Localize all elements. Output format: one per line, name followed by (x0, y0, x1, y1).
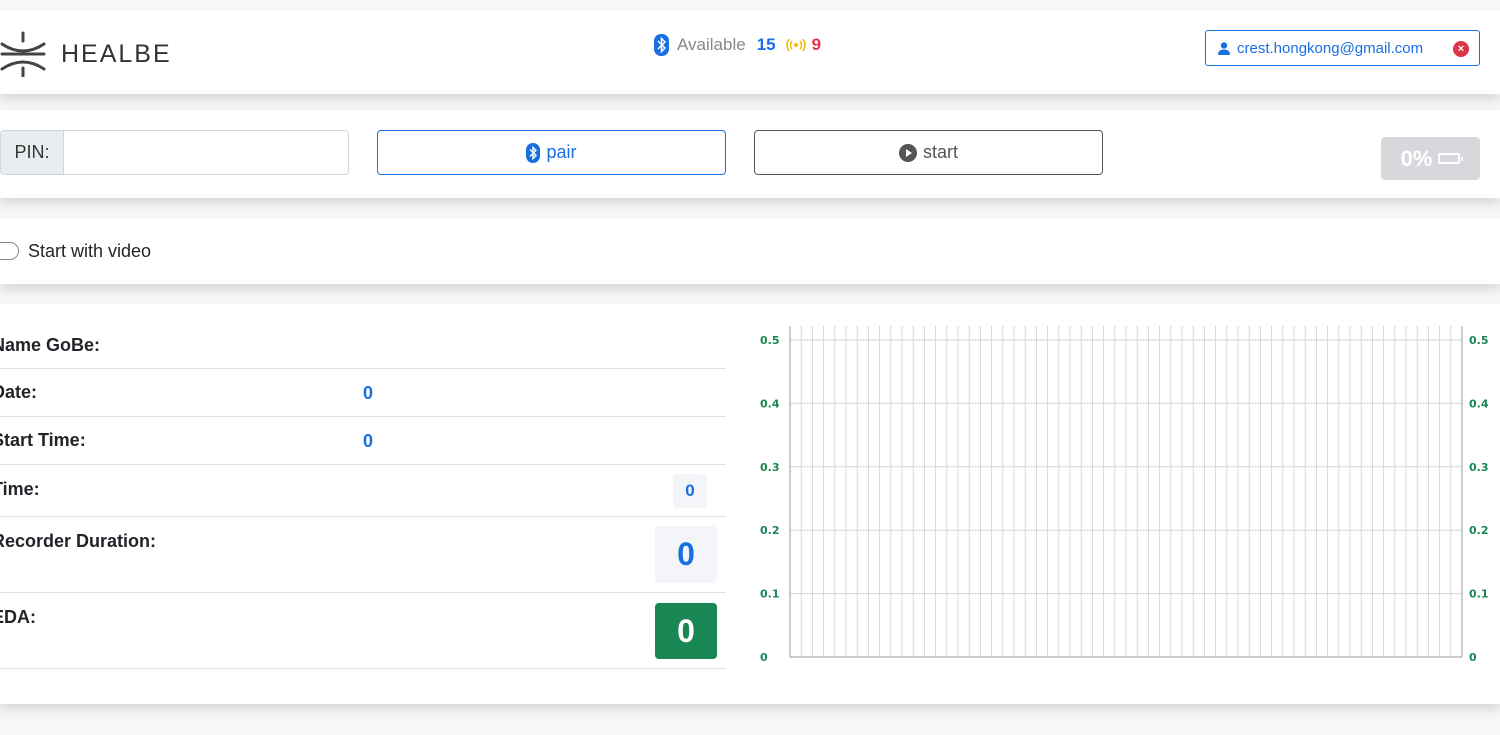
availability-status: Available 15 9 (654, 34, 821, 56)
time-value: 0 (673, 474, 707, 508)
pin-group: PIN: (0, 130, 349, 175)
start-label: start (922, 142, 958, 162)
controls-panel: PIN: pair start 0% (0, 110, 1500, 198)
start-time-label: Start Time: (0, 430, 86, 450)
y-tick-label-right: 0 (1469, 651, 1477, 664)
user-account[interactable]: crest.hongkong@gmail.com × (1205, 30, 1480, 66)
header: HEALBE Available 15 9 crest.hongkong@gma… (0, 10, 1500, 94)
brand-logo[interactable]: HEALBE (0, 31, 172, 77)
pair-button[interactable]: pair (377, 130, 726, 175)
battery-level: 0% (1400, 145, 1433, 171)
y-tick-label-left: 0.3 (760, 461, 780, 474)
y-tick-label-left: 0.5 (760, 334, 780, 347)
user-email: crest.hongkong@gmail.com (1237, 39, 1424, 57)
start-time-value: 0 (363, 431, 374, 451)
pin-label: PIN: (1, 131, 64, 174)
y-tick-label-right: 0.4 (1469, 397, 1489, 410)
name-label: Name GoBe: (0, 335, 101, 355)
y-axis-right: 0.5 0.4 0.3 0.2 0.1 0 (1469, 334, 1489, 664)
battery-indicator: 0% (1381, 137, 1480, 180)
signal-count: 9 (811, 35, 822, 54)
healbe-logo-icon (0, 31, 46, 77)
info-table: Name GoBe: Date: 0 Start Time: 0 Time: 0… (0, 322, 726, 669)
date-label: Date: (0, 382, 38, 402)
time-label: Time: (0, 479, 40, 499)
info-row-time: Time: 0 (0, 465, 726, 517)
y-tick-label-left: 0.1 (760, 588, 780, 601)
y-tick-label-right: 0.5 (1469, 334, 1489, 347)
bluetooth-icon (654, 34, 669, 56)
info-row-duration: Recorder Duration: 0 (0, 517, 726, 593)
video-toggle-label: Start with video (28, 241, 152, 261)
y-axis-left: 0.5 0.4 0.3 0.2 0.1 0 (760, 334, 780, 664)
broadcast-icon (785, 38, 806, 52)
y-tick-label-right: 0.3 (1469, 461, 1489, 474)
play-circle-icon (898, 143, 917, 162)
chart-grid (789, 326, 1463, 658)
y-tick-label-right: 0.2 (1469, 524, 1489, 537)
available-label: Available (677, 35, 746, 54)
start-button[interactable]: start (754, 130, 1103, 175)
bluetooth-icon (526, 142, 541, 163)
y-tick-label-left: 0 (760, 651, 768, 664)
brand-name: HEALBE (61, 39, 172, 68)
eda-label: EDA: (0, 607, 36, 627)
y-tick-label-left: 0.2 (760, 524, 780, 537)
battery-icon (1438, 153, 1464, 164)
info-row-date: Date: 0 (0, 369, 726, 417)
pin-input[interactable] (64, 131, 348, 174)
y-tick-label-right: 0.1 (1469, 588, 1489, 601)
data-panel: Name GoBe: Date: 0 Start Time: 0 Time: 0… (0, 304, 1500, 704)
duration-label: Recorder Duration: (0, 531, 157, 551)
video-toggle-switch[interactable] (0, 242, 19, 260)
info-row-start-time: Start Time: 0 (0, 417, 726, 465)
logout-close-icon[interactable]: × (1453, 41, 1469, 57)
info-row-name: Name GoBe: (0, 322, 726, 369)
date-value: 0 (363, 383, 374, 403)
eda-chart: 0.5 0.4 0.3 0.2 0.1 0 0.5 0.4 0.3 0.2 0.1 0 (760, 326, 1489, 664)
y-tick-label-left: 0.4 (760, 397, 780, 410)
user-icon (1218, 41, 1230, 55)
available-count: 15 (756, 35, 776, 54)
eda-value: 0 (655, 603, 717, 659)
pair-label: pair (546, 142, 577, 162)
duration-value: 0 (655, 526, 717, 583)
video-panel: Start with video (0, 218, 1500, 284)
info-row-eda: EDA: 0 (0, 593, 726, 669)
